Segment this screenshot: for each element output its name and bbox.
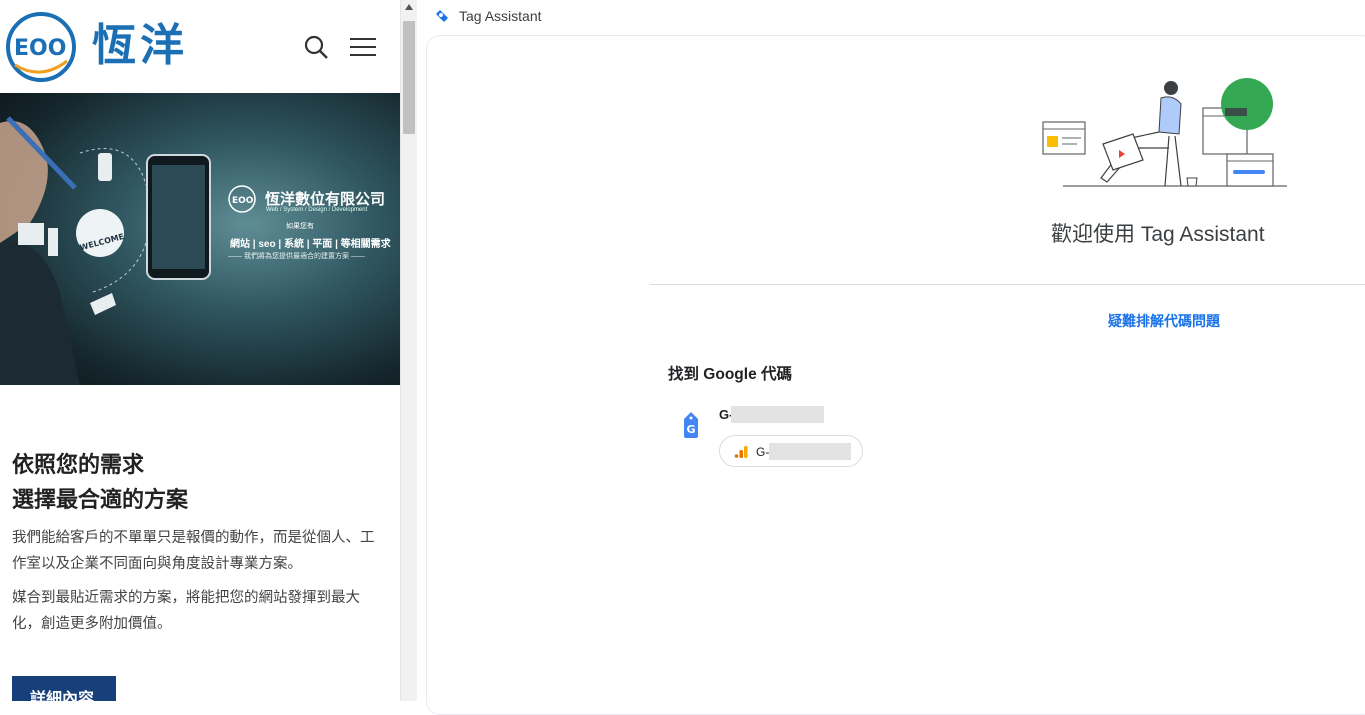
website-pane: EOO 恆洋 WELCOME EOO 恆洋數位有限公司 Web / System…	[0, 0, 400, 701]
tag-assistant-icon	[436, 10, 448, 22]
intro-paragraph-1: 我們能給客戶的不單單只是報價的動作，而是從個人、工作室以及企業不同面向與角度設計…	[12, 530, 375, 572]
troubleshoot-link[interactable]: 疑難排解代碼問題	[1108, 311, 1220, 331]
search-icon[interactable]	[303, 34, 329, 60]
scroll-thumb[interactable]	[403, 21, 415, 134]
website-scrollbar[interactable]	[400, 0, 417, 701]
svg-text:EOO: EOO	[14, 36, 66, 61]
destination-chip[interactable]: G-	[719, 435, 863, 467]
section-title-line1: 依照您的需求	[12, 452, 145, 477]
logo-text[interactable]: 恆洋	[92, 18, 188, 74]
hero-tagline: Web / System / Design / Development	[266, 207, 368, 213]
welcome-heading: 歡迎使用 Tag Assistant	[1051, 223, 1265, 246]
intro-paragraph-2: 媒合到最貼近需求的方案，將能把您的網站發揮到最大化，創造更多附加價值。	[12, 590, 360, 632]
window-title: Tag Assistant	[459, 8, 542, 24]
hamburger-menu-icon[interactable]	[350, 37, 376, 57]
logo-icon[interactable]: EOO	[5, 11, 77, 83]
site-header: EOO 恆洋	[0, 0, 400, 93]
svg-text:G: G	[687, 423, 696, 436]
scroll-up-arrow-icon[interactable]	[405, 4, 413, 10]
hero-banner: WELCOME EOO 恆洋數位有限公司 Web / System / Desi…	[0, 93, 400, 385]
tag-assistant-titlebar: Tag Assistant	[417, 0, 1365, 34]
tag-assistant-pane: Tag Assistant 歡迎使用 Tag Assistant 疑難排解代碼問…	[417, 0, 1365, 715]
hero-company-name: 恆洋數位有限公司	[265, 190, 386, 208]
found-tags-heading: 找到 Google 代碼	[668, 366, 793, 383]
detail-button[interactable]: 詳細內容	[12, 676, 116, 701]
svg-text:EOO: EOO	[232, 196, 254, 206]
google-analytics-icon	[734, 446, 748, 458]
tag-id-redaction	[731, 406, 824, 423]
hero-line3: —— 我們將為您提供最適合的建置方案 ——	[228, 253, 365, 260]
google-tag-icon: G	[684, 412, 698, 438]
destination-id-redaction	[769, 443, 851, 460]
section-title-line2: 選擇最合適的方案	[12, 487, 189, 512]
hero-line1: 如果您有	[286, 223, 314, 230]
section-divider	[650, 284, 1365, 285]
section-title: 依照您的需求 選擇最合適的方案	[12, 447, 392, 517]
welcome-illustration	[1042, 78, 1287, 187]
destination-id: G-	[756, 445, 770, 459]
hero-services: 網站 | seo | 系統 | 平面 | 等相關需求	[230, 239, 391, 250]
